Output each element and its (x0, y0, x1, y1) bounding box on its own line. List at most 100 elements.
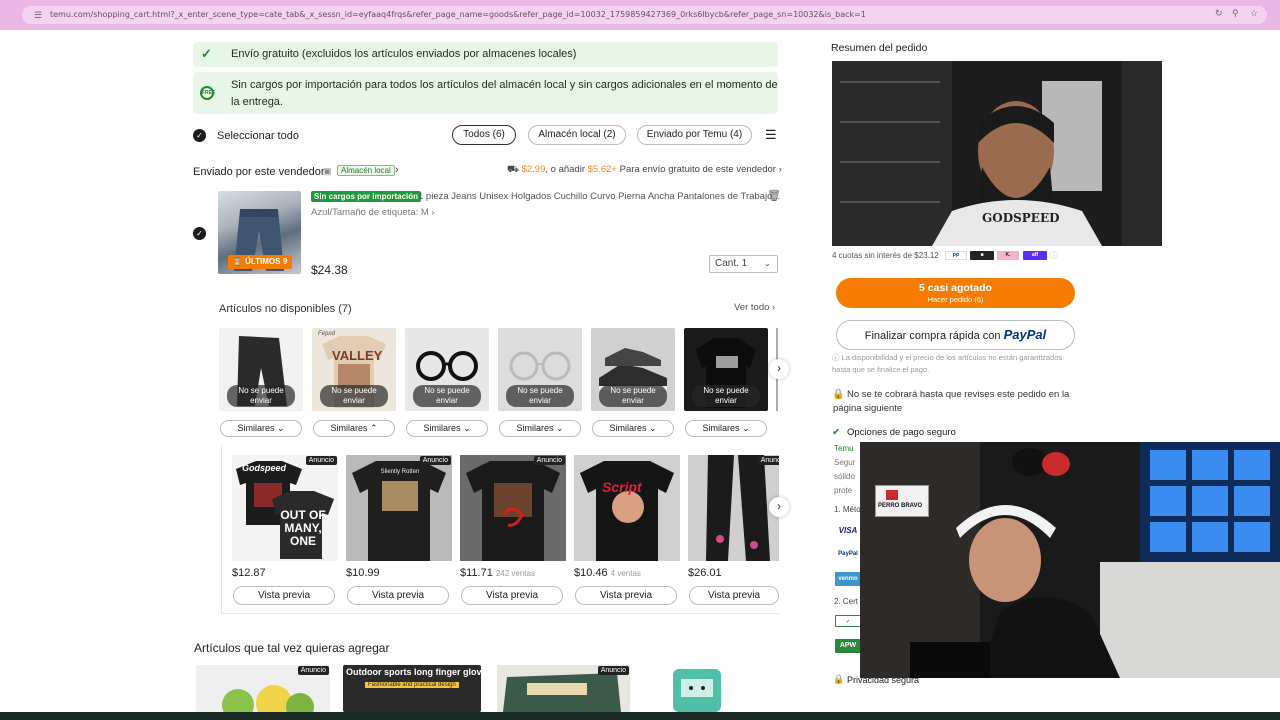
similar-label: Similares (609, 423, 647, 433)
suggestion-snack-bag[interactable]: Anuncio (497, 665, 630, 712)
filter-all-pill[interactable]: Todos (6) (452, 125, 516, 145)
similar-label: Similares (237, 423, 275, 433)
zoom-icon[interactable]: ⚲ (1232, 8, 1239, 19)
disclaimer-icon: ⓘ La disponibilidad y el precio de los a… (832, 353, 1063, 362)
paypal-checkout-button[interactable]: Finalizar compra rápida con PayPal (836, 320, 1075, 350)
partial-text: 2. Cert (834, 597, 859, 606)
reload-icon[interactable]: ↻ (1215, 8, 1223, 19)
site-info-icon[interactable]: ☰ (34, 10, 42, 21)
ad-badge: Anuncio (419, 456, 451, 465)
ad-product-graphic-tee[interactable]: Anuncio (460, 455, 566, 561)
paypal-small-icon: PayPal (835, 549, 861, 560)
ad-product-godspeed-tees[interactable]: Godspeed OUT OF MANY, ONE Anuncio (232, 455, 338, 561)
item-variant[interactable]: Azul/Tamaño de etiqueta: M › (311, 207, 435, 218)
checkout-button[interactable]: 5 casi agotado Hacer pedido (6) (836, 278, 1075, 308)
similar-label: Similares (702, 423, 740, 433)
partial-text: sólido (834, 472, 855, 481)
ad-badge: Anuncio (757, 456, 779, 465)
shield-check-icon: ✔ (832, 427, 841, 438)
visa-icon: VISA (835, 525, 861, 536)
ad-price-value: $12.87 (232, 567, 266, 579)
quantity-value: Cant. 1 (715, 258, 748, 269)
similar-button[interactable]: Similares ⌄ (685, 420, 767, 437)
select-all-checkbox[interactable]: ✓ (193, 129, 206, 142)
jeans-product-image[interactable]: ⌛ ÚLTIMOS 9 (218, 191, 301, 274)
similar-label: Similares (330, 423, 368, 433)
ad-product-rotten-tee[interactable]: Sliently Rotten Anuncio (346, 455, 452, 561)
list-menu-icon[interactable]: ☰ (765, 127, 777, 143)
unavailable-item-black-glasses[interactable]: No se puede enviar (405, 328, 489, 411)
no-import-tag: Sin cargos por importación (311, 191, 422, 202)
checkout-sublabel: Hacer pedido (6) (927, 295, 984, 304)
ad-badge: Anuncio (533, 456, 565, 465)
partial-text: prote (834, 486, 853, 495)
ads-next-arrow[interactable]: › (769, 497, 789, 517)
suggestion-gloves[interactable]: Outdoor sports long finger gloves Fashio… (343, 665, 481, 712)
ad-price-value: $11.71 (460, 567, 493, 579)
ad-sales-count: 242 ventas (495, 569, 535, 578)
ad-product-script-tee[interactable]: Script (574, 455, 680, 561)
select-all-label[interactable]: Seleccionar todo (217, 130, 299, 142)
free-shipping-text: Envío gratuito (excluidos los artículos … (231, 48, 577, 60)
see-all-link[interactable]: Ver todo › (734, 302, 775, 313)
streamer-room-illustration (860, 442, 1280, 678)
similar-button[interactable]: Similares ⌄ (499, 420, 581, 437)
shipping-truck-icon: ⛟ (507, 164, 519, 175)
no-import-text-2: la entrega. (231, 96, 283, 108)
similar-button[interactable]: Similares ⌃ (313, 420, 395, 437)
bookmark-star-icon[interactable]: ☆ (1250, 8, 1258, 19)
seller-shipping-note[interactable]: ⛟ $2.99, o añadir $5.62+ Para envío grat… (507, 164, 782, 176)
cannot-ship-overlay: No se puede enviar (506, 385, 574, 407)
ad-price-value: $10.46 (574, 567, 608, 579)
fepnd-logo-text: Fepnd (318, 331, 336, 337)
ad-product-flare-pants[interactable]: Anuncio (688, 455, 779, 561)
ad-price-value: $26.01 (688, 567, 722, 579)
suggestion-plush-toys[interactable]: Anuncio (196, 665, 330, 712)
filter-temu-pill[interactable]: Enviado por Temu (4) (637, 125, 752, 145)
item-checkbox[interactable]: ✓ (193, 227, 206, 240)
cannot-ship-overlay: No se puede enviar (692, 385, 760, 407)
suggestions-heading: Artículos que tal vez quieras agregar (194, 641, 390, 655)
info-icon[interactable]: ⓘ (1050, 250, 1058, 261)
webcam-feed-top: GODSPEED (832, 61, 1162, 246)
script-print-text: Script (602, 479, 642, 495)
partial-text: Segur (834, 458, 856, 467)
item-title[interactable]: 1 pieza Jeans Unisex Holgados Cuchillo C… (418, 191, 780, 202)
charge-note-line-1: No se te cobrará hasta que revises este … (847, 389, 1070, 400)
local-warehouse-badge: Almacén local (337, 165, 395, 176)
preview-button[interactable]: Vista previa (461, 586, 563, 605)
unavailable-next-arrow[interactable]: › (769, 359, 789, 379)
url-field[interactable]: temu.com/shopping_cart.html?_x_enter_sce… (22, 6, 1267, 24)
preview-button[interactable]: Vista previa (347, 586, 449, 605)
shipping-tail-text: Para envío gratuito de este vendedor (619, 164, 776, 175)
unavailable-item-black-hoodie[interactable]: No se puede enviar (684, 328, 768, 411)
affirm-icon: aff (1023, 251, 1047, 260)
unavailable-item-valley-tee[interactable]: Fepnd VALLEY No se puede enviar (312, 328, 396, 411)
quantity-select[interactable]: Cant. 1 ⌄ (709, 255, 778, 273)
unavailable-item-jeans[interactable]: No se puede enviar (219, 328, 303, 411)
suggestion-backpack[interactable] (641, 665, 779, 712)
filter-local-pill[interactable]: Almacén local (2) (528, 125, 626, 145)
shipping-price: $2.99 (521, 164, 546, 175)
trash-icon[interactable]: 🗑 (767, 189, 781, 202)
paypal-logo-text: PayPal (1003, 327, 1047, 342)
preview-button[interactable]: Vista previa (689, 586, 779, 605)
similar-button[interactable]: Similares ⌄ (592, 420, 674, 437)
gloves-subtitle: Fashionable and practical design (365, 682, 459, 688)
cannot-ship-overlay: No se puede enviar (599, 385, 667, 407)
checkout-label: 5 casi agotado (919, 282, 992, 294)
similar-button[interactable]: Similares ⌄ (220, 420, 302, 437)
chevron-right-icon: › (778, 164, 782, 175)
unavailable-item-clear-glasses[interactable]: No se puede enviar (498, 328, 582, 411)
partial-text: Temu (834, 444, 854, 453)
chevron-right-icon[interactable]: › (395, 164, 399, 176)
gloves-title: Outdoor sports long finger gloves (346, 667, 481, 677)
unavailable-item-sneakers[interactable]: No se puede enviar (591, 328, 675, 411)
similar-label: Similares (516, 423, 554, 433)
preview-button[interactable]: Vista previa (233, 586, 335, 605)
paypal-prefix-text: Finalizar compra rápida con (864, 330, 1001, 342)
tee-illustration (580, 461, 674, 561)
preview-button[interactable]: Vista previa (575, 586, 677, 605)
partial-text: 1. Méto (834, 505, 861, 514)
similar-button[interactable]: Similares ⌄ (406, 420, 488, 437)
